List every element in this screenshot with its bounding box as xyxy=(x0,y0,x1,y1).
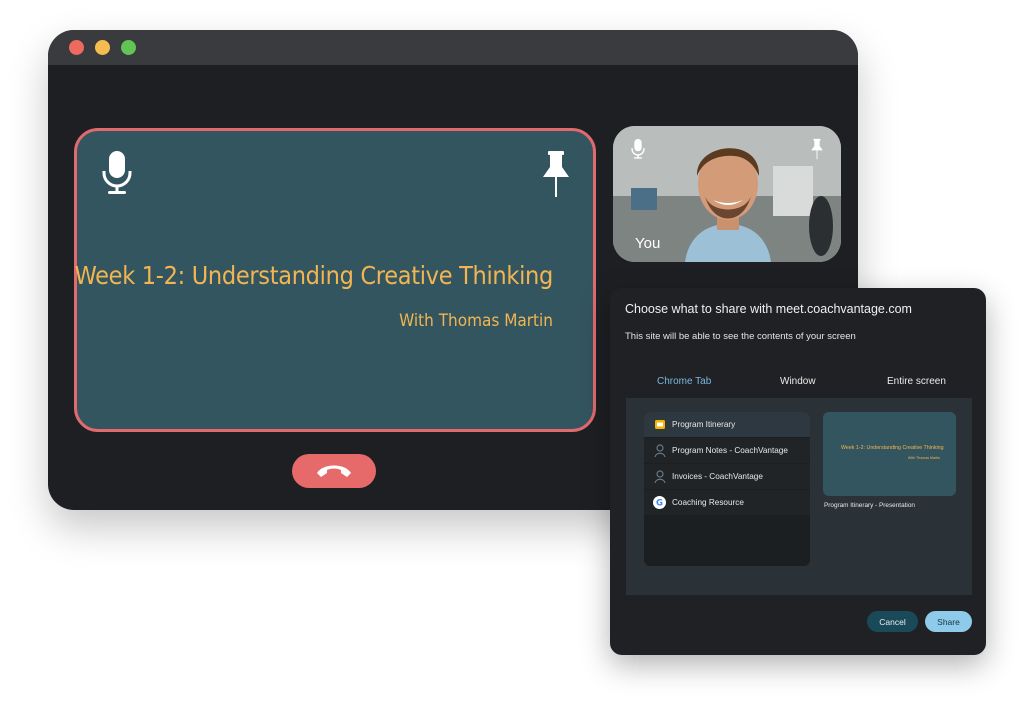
hang-up-button[interactable] xyxy=(292,454,376,488)
presentation-tile: Week 1-2: Understanding Creative Thinkin… xyxy=(74,128,596,432)
slide-title: Week 1-2: Understanding Creative Thinkin… xyxy=(74,261,554,290)
pin-icon[interactable] xyxy=(541,149,571,204)
self-video-tile: You xyxy=(613,126,841,262)
preview-slide-title: Week 1-2: Understanding Creative Thinkin… xyxy=(841,445,944,451)
tab-entire-screen[interactable]: Entire screen xyxy=(887,376,946,387)
dialog-title: Choose what to share with meet.coachvant… xyxy=(625,302,912,316)
list-item-label: Coaching Resource xyxy=(672,498,744,507)
svg-text:G: G xyxy=(656,499,663,509)
google-icon: G xyxy=(653,496,666,509)
slide-subtitle: With Thomas Martin xyxy=(399,311,553,331)
self-label: You xyxy=(635,235,661,252)
list-item-coaching-resource[interactable]: G Coaching Resource xyxy=(644,490,810,516)
list-item-invoices[interactable]: Invoices - CoachVantage xyxy=(644,464,810,490)
list-item-program-notes[interactable]: Program Notes - CoachVantage xyxy=(644,438,810,464)
list-item-label: Program Itinerary xyxy=(672,420,736,429)
dialog-subtitle: This site will be able to see the conten… xyxy=(625,331,856,342)
share-screen-dialog: Choose what to share with meet.coachvant… xyxy=(610,288,986,655)
preview-caption: Program Itinerary - Presentation xyxy=(824,502,915,509)
window-titlebar xyxy=(48,30,858,65)
close-window-dot[interactable] xyxy=(69,40,84,55)
coachvantage-icon xyxy=(653,470,666,483)
share-button[interactable]: Share xyxy=(925,611,972,632)
tab-preview-thumbnail[interactable]: Week 1-2: Understanding Creative Thinkin… xyxy=(823,412,956,496)
slides-icon xyxy=(653,418,666,431)
tab-chrome-tab[interactable]: Chrome Tab xyxy=(657,376,711,387)
list-item-label: Invoices - CoachVantage xyxy=(672,472,763,481)
self-pin-icon[interactable] xyxy=(810,138,824,165)
coachvantage-icon xyxy=(653,444,666,457)
tab-window[interactable]: Window xyxy=(780,376,816,387)
preview-slide-subtitle: With Thomas Martin xyxy=(907,456,940,460)
microphone-icon[interactable] xyxy=(100,149,134,202)
tab-content: Program Itinerary Program Notes - CoachV… xyxy=(626,398,972,595)
minimize-window-dot[interactable] xyxy=(95,40,110,55)
maximize-window-dot[interactable] xyxy=(121,40,136,55)
tab-list: Program Itinerary Program Notes - CoachV… xyxy=(644,412,810,566)
cancel-button[interactable]: Cancel xyxy=(867,611,918,632)
list-item-label: Program Notes - CoachVantage xyxy=(672,446,788,455)
phone-hangup-icon xyxy=(317,465,351,477)
list-item-program-itinerary[interactable]: Program Itinerary xyxy=(644,412,810,438)
self-microphone-icon[interactable] xyxy=(630,138,646,165)
